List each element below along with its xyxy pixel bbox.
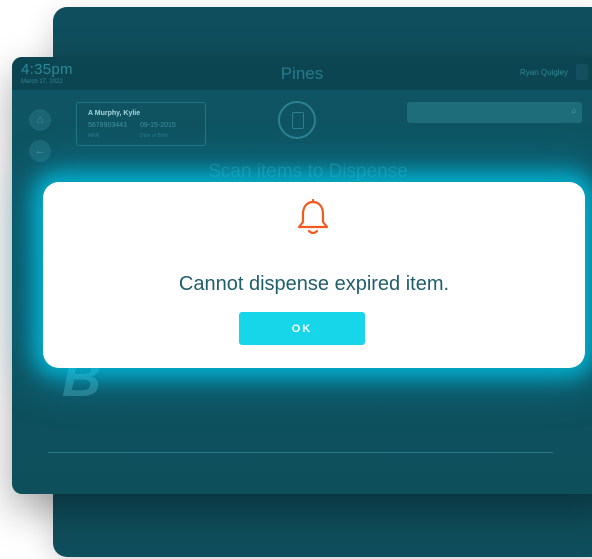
scanner-icon[interactable] [278, 101, 316, 139]
home-button[interactable]: ⌂ [29, 109, 51, 131]
ok-button[interactable]: OK [239, 312, 365, 345]
alert-message: Cannot dispense expired item. [178, 273, 450, 295]
back-arrow-icon: ← [34, 145, 46, 157]
patient-dob: 09-15-2015 [140, 122, 176, 129]
top-bar: 4:35pm March 17, 2022 Pines Ryan Quigley [12, 57, 592, 90]
patient-name: A Murphy, Kylie [88, 110, 141, 117]
patient-card[interactable]: A Murphy, Kylie 5678903443 09-15-2015 MR… [76, 102, 206, 146]
search-icon: ⌕ [571, 106, 577, 117]
scan-title: Scan items to Dispense [208, 161, 408, 182]
app-title: Pines [280, 64, 324, 83]
home-icon: ⌂ [36, 114, 44, 126]
bell-icon [297, 199, 329, 235]
user-badge-icon[interactable] [576, 64, 588, 80]
back-button[interactable]: ← [29, 140, 51, 162]
divider [48, 452, 553, 453]
patient-dob-label: Date of Birth [140, 133, 168, 139]
patient-mrn: 5678903443 [88, 122, 127, 129]
user-name[interactable]: Ryan Quigley [520, 68, 568, 77]
alert-dialog: Cannot dispense expired item. OK [43, 182, 585, 368]
patient-mrn-label: MRN [88, 133, 100, 139]
scanner-phone-icon [292, 112, 304, 129]
search-input[interactable]: ⌕ [407, 102, 582, 123]
